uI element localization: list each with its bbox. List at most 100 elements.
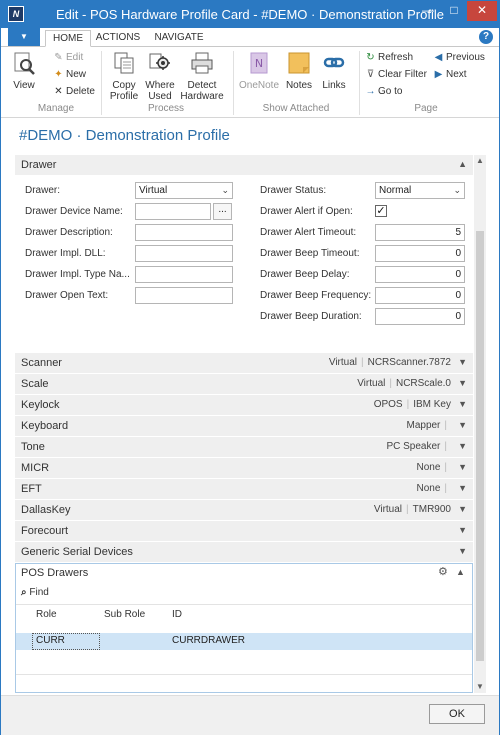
edit-button[interactable]: ✎ Edit bbox=[53, 51, 83, 65]
minimize-button[interactable]: — bbox=[415, 1, 441, 21]
next-button[interactable]: ▶ Next bbox=[433, 68, 467, 82]
chevron-down-icon[interactable]: ▼ bbox=[458, 546, 467, 556]
open-text-field[interactable] bbox=[135, 287, 233, 304]
copy-icon bbox=[114, 52, 134, 74]
close-button[interactable]: ✕ bbox=[467, 1, 497, 21]
column-header-id[interactable]: ID bbox=[172, 609, 182, 620]
scrollbar-thumb[interactable] bbox=[476, 231, 484, 661]
links-button[interactable]: Links bbox=[319, 51, 349, 91]
fasttab-summary: Virtual | NCRScale.0 bbox=[357, 378, 451, 389]
clear-filter-button[interactable]: ⊽ Clear Filter bbox=[365, 68, 427, 82]
fasttab-micr[interactable]: MICR None | ▼ bbox=[15, 458, 473, 479]
fasttab-forecourt[interactable]: Forecourt ▼ bbox=[15, 521, 473, 542]
role-cell[interactable]: CURR bbox=[36, 635, 65, 646]
summary-value: TMR900 bbox=[412, 504, 451, 515]
chevron-down-icon[interactable]: ▼ bbox=[458, 525, 467, 535]
chevron-down-icon[interactable]: ▼ bbox=[458, 357, 467, 367]
fasttab-keyboard[interactable]: Keyboard Mapper | ▼ bbox=[15, 416, 473, 437]
device-name-field[interactable] bbox=[135, 203, 211, 220]
beep-delay-field[interactable]: 0 bbox=[375, 266, 465, 283]
summary-value: None bbox=[416, 462, 441, 473]
table-row[interactable]: CURR CURRDRAWER bbox=[16, 633, 472, 650]
maximize-button[interactable]: □ bbox=[441, 1, 467, 21]
fasttab-keylock[interactable]: Keylock OPOS | IBM Key ▼ bbox=[15, 395, 473, 416]
new-button[interactable]: ✦ New bbox=[53, 68, 86, 82]
drawer-select-value: Virtual bbox=[139, 185, 168, 196]
onenote-button[interactable]: N OneNote bbox=[239, 51, 279, 91]
impl-type-field[interactable] bbox=[135, 266, 233, 283]
find-button[interactable]: ⌕ Find bbox=[21, 587, 49, 598]
delete-button[interactable]: ✕ Delete bbox=[53, 85, 95, 99]
gear-icon[interactable]: ⚙ bbox=[438, 565, 448, 578]
pos-drawers-title: POS Drawers bbox=[21, 567, 89, 579]
fasttab-scale[interactable]: Scale Virtual | NCRScale.0 ▼ bbox=[15, 374, 473, 395]
beep-duration-field[interactable]: 0 bbox=[375, 308, 465, 325]
summary-value: Mapper bbox=[406, 420, 441, 431]
binoculars-icon: ⌕ bbox=[21, 587, 27, 598]
chevron-down-icon[interactable]: ▼ bbox=[458, 441, 467, 451]
alert-timeout-field[interactable]: 5 bbox=[375, 224, 465, 241]
view-button[interactable]: View bbox=[9, 51, 39, 91]
drawer-select[interactable]: Virtual ⌄ bbox=[135, 182, 233, 199]
where-used-button[interactable]: Where Used bbox=[143, 51, 177, 102]
detect-hardware-button[interactable]: Detect Hardware bbox=[179, 51, 225, 102]
assist-edit-button[interactable]: ... bbox=[213, 203, 232, 220]
alert-open-label: Drawer Alert if Open: bbox=[260, 206, 353, 217]
scroll-down-icon[interactable]: ▼ bbox=[474, 681, 486, 693]
beep-duration-label: Drawer Beep Duration: bbox=[260, 311, 362, 322]
fasttab-scanner[interactable]: Scanner Virtual | NCRScanner.7872 ▼ bbox=[15, 353, 473, 374]
svg-text:N: N bbox=[255, 57, 263, 70]
group-label-page: Page bbox=[414, 103, 438, 114]
page-content: #DEMO · Demonstration Profile Drawer ▲ D… bbox=[1, 119, 499, 695]
divider bbox=[16, 604, 472, 605]
tab-home[interactable]: HOME bbox=[45, 30, 91, 47]
chevron-down-icon[interactable]: ▼ bbox=[458, 378, 467, 388]
fasttab-dallaskey[interactable]: DallasKey Virtual | TMR900 ▼ bbox=[15, 500, 473, 521]
impl-dll-field[interactable] bbox=[135, 245, 233, 262]
description-field[interactable] bbox=[135, 224, 233, 241]
delete-icon: ✕ bbox=[54, 86, 63, 97]
tab-actions[interactable]: ACTIONS bbox=[93, 30, 143, 47]
chevron-down-icon[interactable]: ▼ bbox=[458, 420, 467, 430]
chevron-down-icon[interactable]: ▼ bbox=[458, 462, 467, 472]
chevron-down-icon[interactable]: ▼ bbox=[458, 399, 467, 409]
column-header-sub-role[interactable]: Sub Role bbox=[104, 609, 145, 620]
fasttab-drawer[interactable]: Drawer ▲ bbox=[15, 155, 473, 176]
alert-open-checkbox[interactable]: ✓ bbox=[375, 205, 387, 217]
fasttab-eft[interactable]: EFT None | ▼ bbox=[15, 479, 473, 500]
links-label: Links bbox=[322, 80, 346, 91]
go-to-button[interactable]: → Go to bbox=[365, 85, 403, 99]
summary-value: Virtual bbox=[373, 504, 403, 515]
status-select[interactable]: Normal ⌄ bbox=[375, 182, 465, 199]
tab-navigate[interactable]: NAVIGATE bbox=[149, 30, 209, 47]
beep-timeout-field[interactable]: 0 bbox=[375, 245, 465, 262]
fasttab-generic-serial-devices[interactable]: Generic Serial Devices ▼ bbox=[15, 542, 473, 563]
vertical-scrollbar[interactable]: ▲ ▼ bbox=[474, 155, 486, 693]
chevron-down-icon[interactable]: ▼ bbox=[458, 483, 467, 493]
previous-label: Previous bbox=[446, 52, 485, 63]
chevron-down-icon[interactable]: ▼ bbox=[458, 504, 467, 514]
ok-button[interactable]: OK bbox=[429, 704, 485, 724]
chevron-up-icon[interactable]: ▲ bbox=[456, 567, 465, 577]
divider bbox=[16, 674, 472, 675]
copy-profile-button[interactable]: Copy Profile bbox=[107, 51, 141, 102]
beep-frequency-field[interactable]: 0 bbox=[375, 287, 465, 304]
help-icon[interactable]: ? bbox=[479, 30, 493, 44]
group-separator bbox=[233, 51, 234, 115]
fasttab-tone[interactable]: Tone PC Speaker | ▼ bbox=[15, 437, 473, 458]
id-cell[interactable]: CURRDRAWER bbox=[172, 635, 245, 646]
app-menu-button[interactable]: ▼ bbox=[8, 28, 40, 46]
links-icon bbox=[323, 57, 345, 68]
next-icon: ▶ bbox=[434, 69, 443, 80]
delete-label: Delete bbox=[66, 86, 95, 97]
pos-drawers-header[interactable]: POS Drawers ⚙ ▲ bbox=[16, 564, 472, 584]
scroll-up-icon[interactable]: ▲ bbox=[474, 155, 486, 167]
chevron-up-icon[interactable]: ▲ bbox=[458, 159, 467, 169]
summary-value: IBM Key bbox=[413, 399, 451, 410]
title-bar: N Edit - POS Hardware Profile Card - #DE… bbox=[1, 1, 499, 28]
refresh-button[interactable]: ↻ Refresh bbox=[365, 51, 413, 65]
previous-button[interactable]: ◀ Previous bbox=[433, 51, 485, 65]
notes-button[interactable]: Notes bbox=[284, 51, 314, 91]
group-label-manage: Manage bbox=[37, 103, 75, 114]
column-header-role[interactable]: Role bbox=[36, 609, 57, 620]
